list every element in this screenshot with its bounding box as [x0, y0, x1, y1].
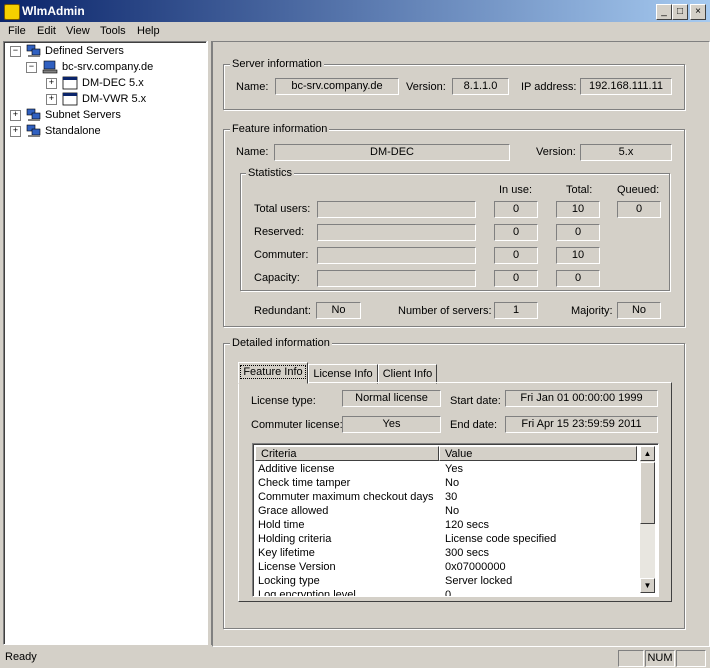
menu-file[interactable]: File [8, 25, 26, 37]
majority-label: Majority: [571, 305, 613, 317]
stat-reserved-total: 0 [556, 224, 600, 241]
ip-address-field: 192.168.111.11 [580, 78, 672, 95]
stat-total-users-total: 10 [556, 201, 600, 218]
license-type-label: License type: [251, 395, 316, 407]
stat-commuter-bar [317, 247, 476, 264]
stat-total-users-bar [317, 201, 476, 218]
start-date-field: Fri Jan 01 00:00:00 1999 [505, 390, 658, 407]
feature-info-legend: Feature information [230, 123, 330, 135]
feature-name-field: DM-DEC [274, 144, 510, 161]
stat-capacity-inuse: 0 [494, 270, 538, 287]
stat-commuter-inuse: 0 [494, 247, 538, 264]
tree-label: DM-VWR 5.x [82, 93, 147, 105]
status-text: Ready [5, 651, 37, 663]
scroll-thumb[interactable] [640, 462, 655, 524]
ip-address-label: IP address: [521, 81, 577, 93]
stat-commuter-label: Commuter: [254, 249, 309, 261]
scroll-up-icon[interactable]: ▲ [640, 446, 655, 461]
list-scrollbar[interactable]: ▲ ▼ [640, 446, 655, 593]
status-bar: Ready NUM [0, 648, 710, 668]
stat-total-users-queued: 0 [617, 201, 661, 218]
menu-bar: File Edit View Tools Help [0, 22, 710, 40]
commuter-license-field: Yes [342, 416, 441, 433]
server-name-label: Name: [236, 81, 269, 93]
stat-capacity-label: Capacity: [254, 272, 300, 284]
feature-version-label: Version: [536, 146, 576, 158]
end-date-field: Fri Apr 15 23:59:59 2011 [505, 416, 658, 433]
status-panel [618, 650, 644, 667]
num-servers-label: Number of servers: [398, 305, 492, 317]
server-tree[interactable]: − Defined Servers − bc-srv.company.de + … [3, 41, 207, 645]
col-header-criteria[interactable]: Criteria [255, 446, 439, 461]
collapse-icon[interactable]: − [26, 62, 37, 73]
tree-label: DM-DEC 5.x [82, 77, 144, 89]
col-total-label: Total: [566, 184, 593, 196]
server-version-field: 8.1.1.0 [452, 78, 509, 95]
stat-reserved-label: Reserved: [254, 226, 305, 238]
stat-total-users-inuse: 0 [494, 201, 538, 218]
col-in-use-label: In use: [499, 184, 533, 196]
statistics-legend: Statistics [246, 167, 295, 179]
minimize-button[interactable]: _ [656, 4, 672, 20]
servers-icon [26, 108, 41, 121]
stat-capacity-total: 0 [556, 270, 600, 287]
menu-help[interactable]: Help [137, 25, 160, 37]
close-button[interactable]: × [690, 4, 706, 20]
detailed-info-legend: Detailed information [230, 337, 332, 349]
tree-label: bc-srv.company.de [62, 61, 154, 73]
feature-version-field: 5.x [580, 144, 672, 161]
maximize-button[interactable]: □ [672, 4, 688, 20]
tree-label: Standalone [45, 125, 101, 137]
num-servers-field: 1 [494, 302, 538, 319]
start-date-label: Start date: [450, 395, 501, 407]
tree-label: Defined Servers [45, 45, 124, 57]
scroll-down-icon[interactable]: ▼ [640, 578, 655, 593]
tab-license-info[interactable]: License Info [308, 364, 378, 384]
redundant-label: Redundant: [254, 305, 311, 317]
tab-feature-info[interactable]: Feature Info [238, 362, 308, 384]
license-type-field: Normal license [342, 390, 441, 407]
server-name-field: bc-srv.company.de [275, 78, 399, 95]
server-info-legend: Server information [230, 58, 324, 70]
criteria-list[interactable]: Criteria Value Additive license Yes Check… [252, 443, 659, 597]
stat-reserved-inuse: 0 [494, 224, 538, 241]
app-icon [4, 4, 20, 20]
tree-label: Subnet Servers [45, 109, 121, 121]
feature-icon [62, 76, 78, 90]
title-bar: WlmAdmin _ □ × [0, 0, 710, 22]
col-header-value[interactable]: Value [439, 446, 637, 461]
collapse-icon[interactable]: − [10, 46, 21, 57]
menu-edit[interactable]: Edit [37, 25, 56, 37]
server-version-label: Version: [406, 81, 446, 93]
col-queued-label: Queued: [617, 184, 660, 196]
stat-reserved-bar [317, 224, 476, 241]
servers-icon [26, 124, 41, 137]
expand-icon[interactable]: + [46, 94, 57, 105]
expand-icon[interactable]: + [46, 78, 57, 89]
stat-capacity-bar [317, 270, 476, 287]
server-icon [42, 60, 58, 74]
commuter-license-label: Commuter license: [251, 419, 343, 431]
feature-icon [62, 92, 78, 106]
stat-total-users-label: Total users: [254, 203, 311, 215]
expand-icon[interactable]: + [10, 126, 21, 137]
expand-icon[interactable]: + [10, 110, 21, 121]
menu-tools[interactable]: Tools [100, 25, 126, 37]
stat-commuter-total: 10 [556, 247, 600, 264]
redundant-field: No [316, 302, 361, 319]
tab-client-info[interactable]: Client Info [378, 364, 437, 384]
status-num: NUM [645, 650, 675, 667]
end-date-label: End date: [450, 419, 498, 431]
feature-name-label: Name: [236, 146, 269, 158]
tab-label: Feature Info [240, 365, 306, 379]
window-title: WlmAdmin [22, 4, 85, 18]
menu-view[interactable]: View [66, 25, 90, 37]
status-panel [676, 650, 706, 667]
servers-icon [26, 44, 41, 57]
majority-field: No [617, 302, 661, 319]
